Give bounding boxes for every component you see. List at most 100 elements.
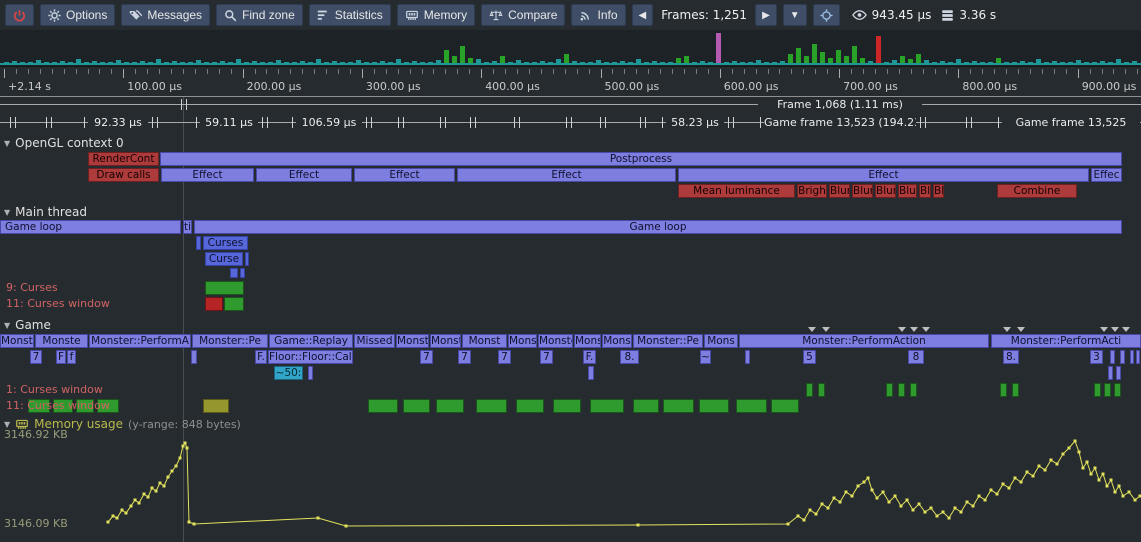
zone-bar[interactable]: Effect [256,168,352,182]
frame-bar[interactable] [60,61,65,64]
zone-bar[interactable]: Blur [852,184,873,198]
zone-bar[interactable] [1130,350,1134,364]
lock-bar[interactable] [1104,383,1111,397]
collapsed-zones-marker[interactable] [1100,327,1108,332]
info-button[interactable]: Info [571,4,625,26]
frame-bar[interactable] [916,54,921,64]
collapsed-zones-marker[interactable] [822,327,830,332]
lock-bar[interactable] [1012,383,1019,397]
collapsed-zones-marker[interactable] [898,327,906,332]
zone-bar[interactable]: Curses [203,236,248,250]
frame-bar[interactable] [396,59,401,64]
lock-bar[interactable] [205,297,223,311]
zone-bar[interactable]: 3 [1090,350,1103,364]
zone-bar[interactable]: Monster::PerformActi [991,334,1141,348]
frame-bar[interactable] [604,62,609,64]
lock-bar[interactable] [1000,383,1007,397]
zone-bar[interactable]: Monst [430,334,461,348]
frame-bar[interactable] [412,61,417,64]
frame-bar[interactable] [364,62,369,64]
frame-bar[interactable] [212,62,217,64]
frame-marker[interactable] [640,117,646,128]
frame-bar[interactable] [620,61,625,64]
frame-bar[interactable] [948,62,953,64]
zone-bar[interactable]: Floor::Floor::Calc [268,350,353,364]
frame-marker[interactable] [181,99,187,110]
frame-bar[interactable] [68,62,73,64]
zone-bar[interactable]: Mons [574,334,601,348]
frame-bar[interactable] [124,62,129,64]
frame-bar[interactable] [292,62,297,64]
lock-bar[interactable] [516,399,544,413]
frame-bar[interactable] [428,62,433,64]
frame-bar[interactable] [1060,62,1065,64]
frame-bar[interactable] [660,62,665,64]
frame-bar[interactable] [1076,60,1081,64]
options-button[interactable]: Options [40,4,115,26]
frame-bar[interactable] [84,62,89,64]
zone-bar[interactable]: Effect [457,168,676,182]
zone-bar[interactable]: Blur [933,184,944,198]
zone-bar[interactable] [1110,350,1115,364]
collapsed-zones-marker[interactable] [1017,327,1025,332]
frame-bar[interactable] [92,61,97,64]
frame-bar[interactable] [852,46,857,64]
lock-bar[interactable] [818,383,825,397]
zone-bar[interactable]: Missed [354,334,395,348]
zone-bar[interactable] [196,236,201,250]
next-frame-button[interactable]: ▶ [755,4,777,26]
zone-bar[interactable]: Combine [997,184,1077,198]
frame-marker[interactable] [366,117,372,128]
frame-marker[interactable] [10,117,16,128]
frame-bar[interactable] [164,62,169,64]
frame-bar[interactable] [340,62,345,64]
zone-bar[interactable]: 7 [540,350,553,364]
frame-bar[interactable] [612,62,617,64]
frame-bar[interactable] [140,61,145,64]
frame-bar[interactable] [564,54,569,64]
frame-bar[interactable] [676,58,681,64]
zone-bar[interactable]: 8. [620,350,639,364]
zone-bar[interactable]: 5 [803,350,816,364]
zone-bar[interactable]: Blur [898,184,917,198]
frame-bar[interactable] [244,62,249,64]
frame-bar[interactable] [1028,62,1033,64]
frame-bar[interactable] [692,62,697,64]
frame-bar[interactable] [892,60,897,64]
frame-bar[interactable] [932,62,937,64]
frame-bar[interactable] [348,62,353,64]
zone-bar[interactable]: Monster::Pe [192,334,268,348]
zone-bar[interactable]: Curse [205,252,243,266]
frame-marker[interactable]: 92.33 μs [88,116,148,129]
zone-bar[interactable]: ti [183,220,192,234]
frame-bar[interactable] [908,59,913,64]
zone-bar[interactable] [745,350,750,364]
frame-bar[interactable] [1124,62,1129,64]
frame-bar[interactable] [44,62,49,64]
prev-frame-button[interactable]: ◀ [632,4,654,26]
collapsed-zones-marker[interactable] [910,327,918,332]
zone-bar[interactable]: ~50: [274,366,303,380]
frame-bar[interactable] [1068,62,1073,64]
frame-bar[interactable] [1036,59,1041,64]
zone-bar[interactable]: F. [255,350,267,364]
lock-bar[interactable] [205,281,244,295]
frame-bar[interactable] [316,59,321,64]
frame-bar[interactable] [308,62,313,64]
frame-bar[interactable] [20,62,25,64]
frame-bar[interactable] [828,58,833,64]
frame-bar[interactable] [300,61,305,64]
frame-bar[interactable] [636,59,641,64]
lock-bar[interactable] [910,383,917,397]
zone-bar[interactable]: Blur [919,184,931,198]
frame-bar[interactable] [1100,61,1105,64]
zone-bar[interactable]: f [67,350,76,364]
frame-bar[interactable] [628,62,633,64]
frame-bar[interactable] [844,56,849,64]
frame-bar[interactable] [1108,62,1113,64]
zone-bar[interactable]: Mons [602,334,632,348]
frame-marker[interactable]: Frame 1,068 (1.11 ms) [758,98,922,111]
zone-bar[interactable]: 7 [498,350,511,364]
frame-bar[interactable] [188,62,193,64]
frame-bar[interactable] [492,61,497,64]
